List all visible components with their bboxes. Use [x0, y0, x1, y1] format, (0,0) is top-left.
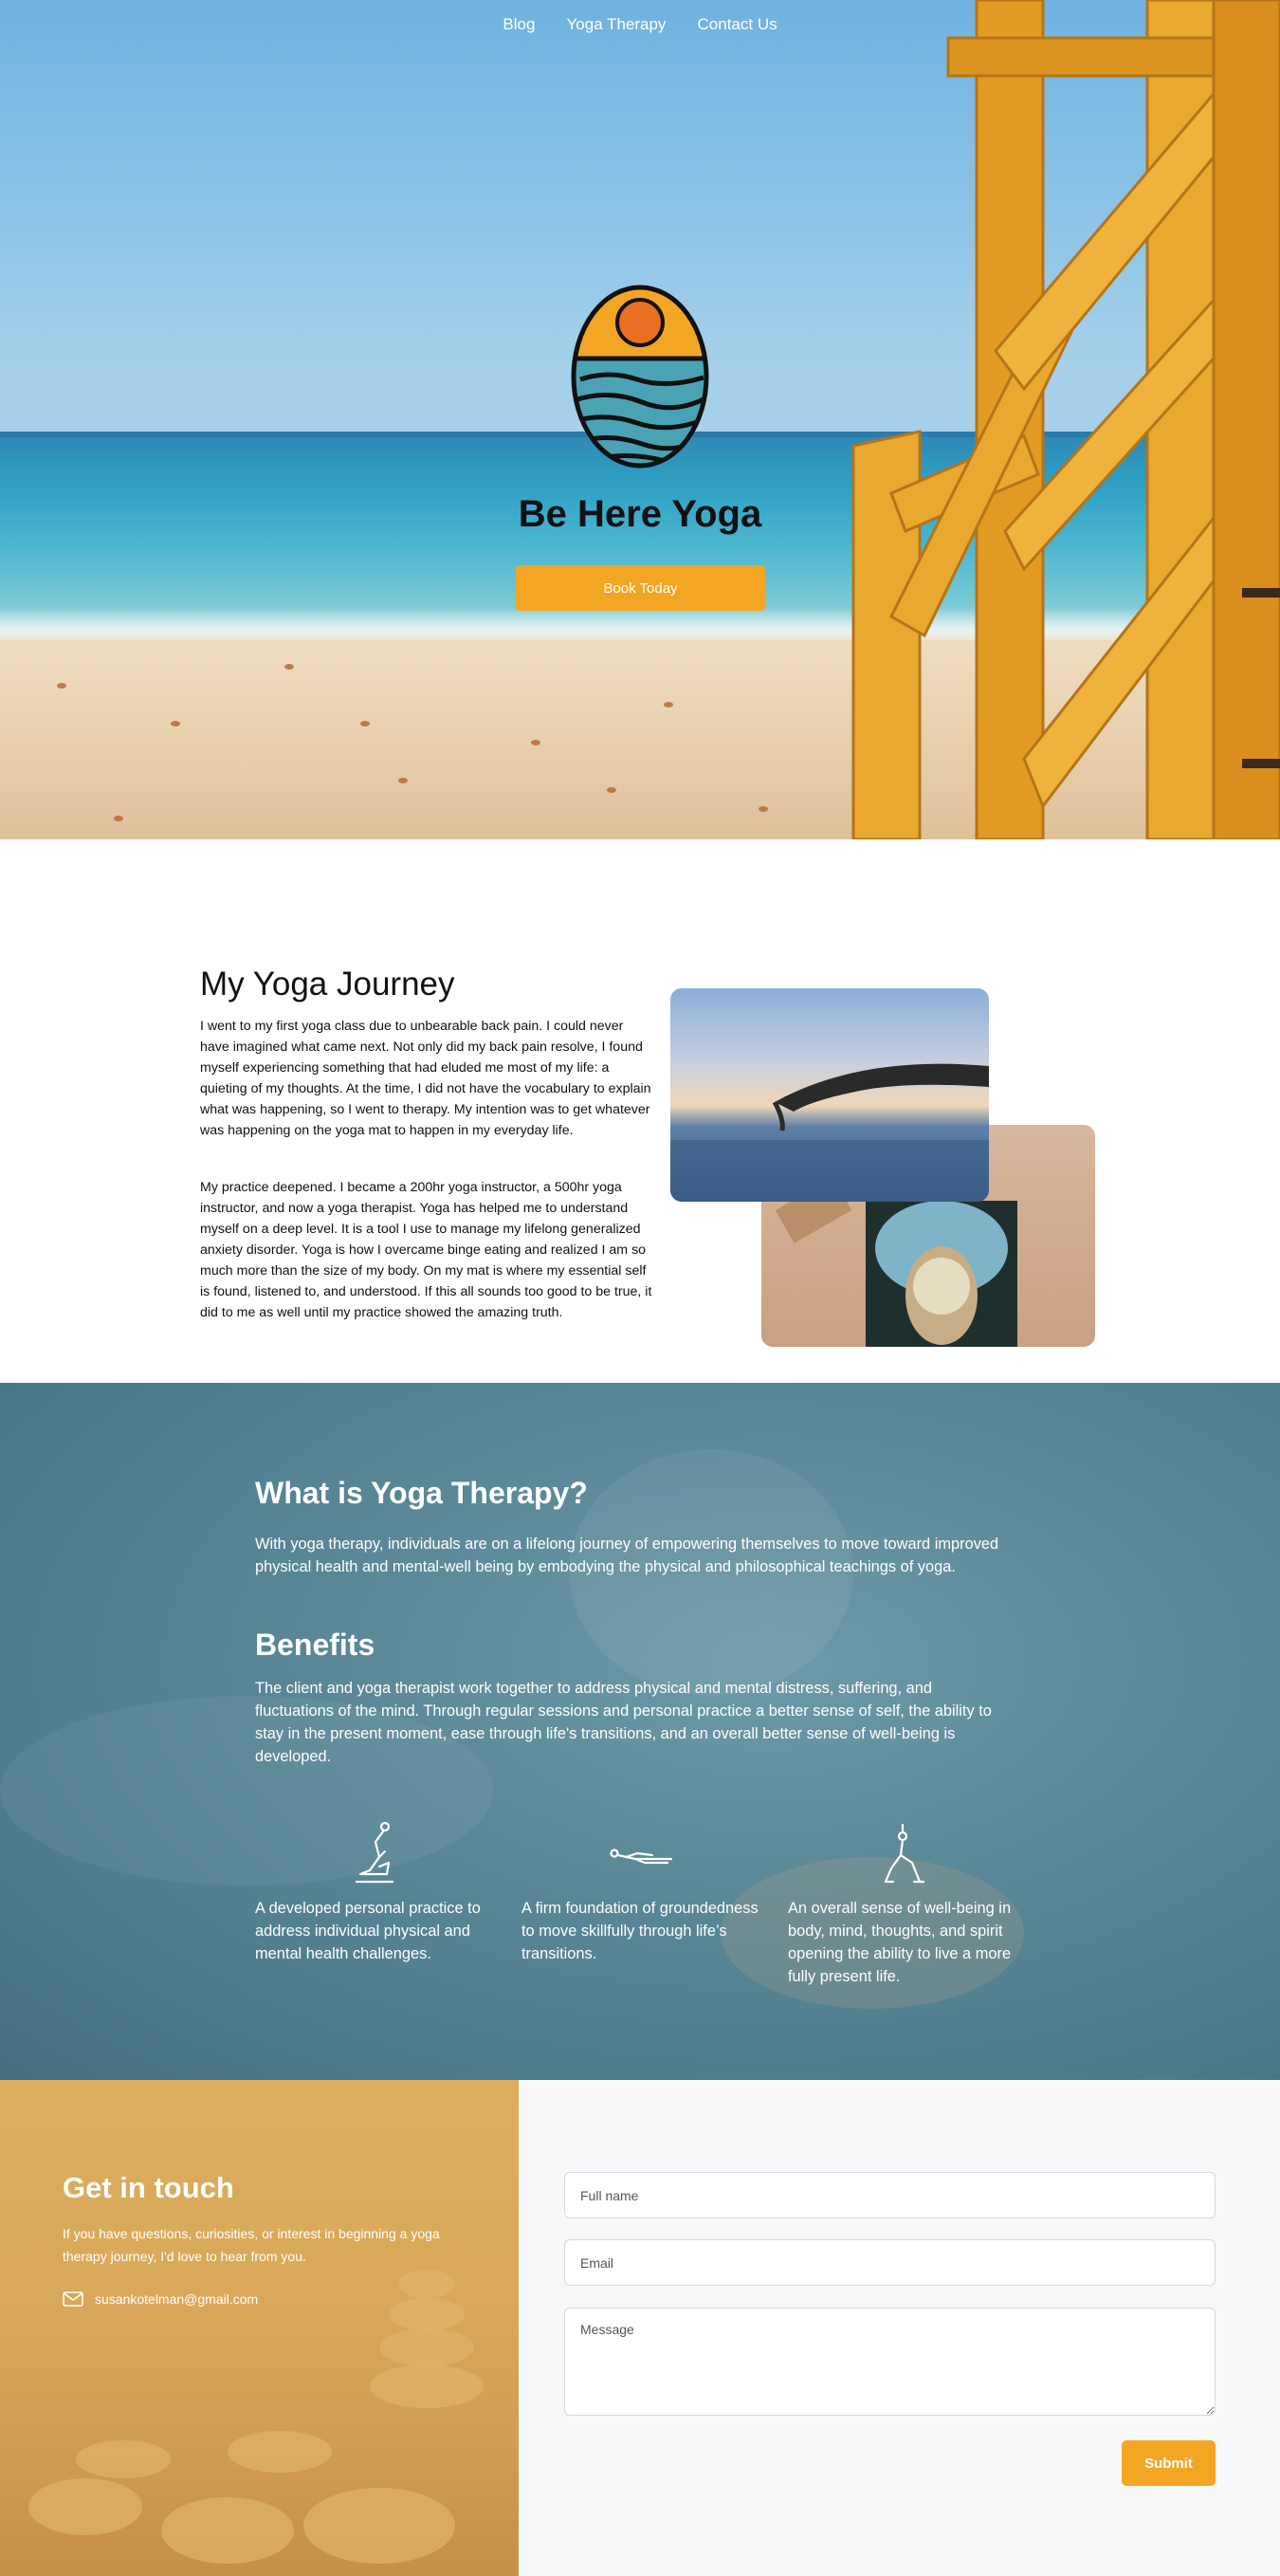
hero-pebble — [398, 778, 408, 783]
hero-pebble — [759, 806, 768, 812]
tower-shadow — [1242, 588, 1280, 598]
tower-shadow — [1242, 759, 1280, 768]
book-today-button[interactable]: Book Today — [516, 565, 765, 611]
benefit-text: A developed personal practice to address… — [255, 1900, 481, 1962]
message-textarea[interactable] — [564, 2308, 1216, 2416]
what-is-yoga-therapy-heading: What is Yoga Therapy? — [255, 1476, 588, 1510]
beach-stone — [161, 2497, 294, 2564]
contact-email-address[interactable]: susankotelman@gmail.com — [95, 2291, 258, 2307]
hero-title: Be Here Yoga — [518, 493, 762, 535]
benefit-text: A firm foundation of groundedness to mov… — [521, 1900, 759, 1962]
hero-pebble — [171, 721, 180, 727]
beach-stone — [303, 2488, 455, 2564]
journey-title: My Yoga Journey — [200, 966, 455, 1003]
submit-button[interactable]: Submit — [1122, 2440, 1216, 2486]
contact-form-panel: Submit — [519, 2080, 1280, 2576]
beach-stone — [228, 2431, 332, 2473]
hero-section: Blog Yoga Therapy Contact Us Be Here Yog… — [0, 0, 1280, 839]
benefit-text: An overall sense of well-being in body, … — [788, 1900, 1012, 1985]
lifeguard-tower — [851, 0, 1280, 839]
standing-yoga-pose-icon — [884, 1823, 925, 1884]
hero-pebble — [531, 740, 540, 745]
yoga-therapy-section: What is Yoga Therapy? With yoga therapy,… — [0, 1383, 1280, 2080]
cairn-stone — [398, 2270, 455, 2298]
contact-email[interactable]: susankotelman@gmail.com — [63, 2291, 258, 2307]
seated-yoga-pose-icon — [355, 1821, 394, 1884]
sun-over-water-logo-icon — [571, 285, 709, 469]
hand-over-water-photo — [670, 988, 989, 1202]
what-is-yoga-therapy-text: With yoga therapy, individuals are on a … — [255, 1536, 999, 1575]
nav-yoga-therapy[interactable]: Yoga Therapy — [567, 15, 667, 34]
contact-info-panel: Get in touch If you have questions, curi… — [0, 2080, 519, 2576]
hero-pebble — [664, 702, 673, 708]
cairn-stone — [379, 2328, 474, 2366]
beach-stone — [28, 2478, 142, 2535]
cairn-stone — [370, 2364, 484, 2408]
beach-stone — [76, 2440, 171, 2478]
journey-paragraph: My practice deepened. I became a 200hr y… — [200, 1180, 652, 1320]
hero-pebble — [607, 787, 616, 793]
benefits-heading: Benefits — [255, 1628, 375, 1662]
hero-pebble — [114, 816, 123, 821]
lying-yoga-pose-icon — [610, 1849, 673, 1865]
nav-contact-us[interactable]: Contact Us — [698, 15, 777, 34]
hero-pebble — [360, 721, 370, 727]
get-in-touch-heading: Get in touch — [63, 2171, 234, 2204]
journey-paragraph: I went to my first yoga class due to unb… — [200, 1019, 651, 1138]
hero-pebble — [284, 664, 294, 670]
email-input[interactable] — [564, 2239, 1216, 2286]
nav-blog[interactable]: Blog — [503, 15, 535, 34]
full-name-input[interactable] — [564, 2172, 1216, 2218]
cairn-stone — [389, 2298, 465, 2330]
hero-pebble — [57, 683, 66, 689]
benefits-text: The client and yoga therapist work toget… — [255, 1680, 992, 1765]
get-in-touch-text: If you have questions, curiosities, or i… — [63, 2226, 440, 2264]
top-nav: Blog Yoga Therapy Contact Us — [0, 15, 1280, 34]
envelope-icon — [63, 2291, 83, 2307]
